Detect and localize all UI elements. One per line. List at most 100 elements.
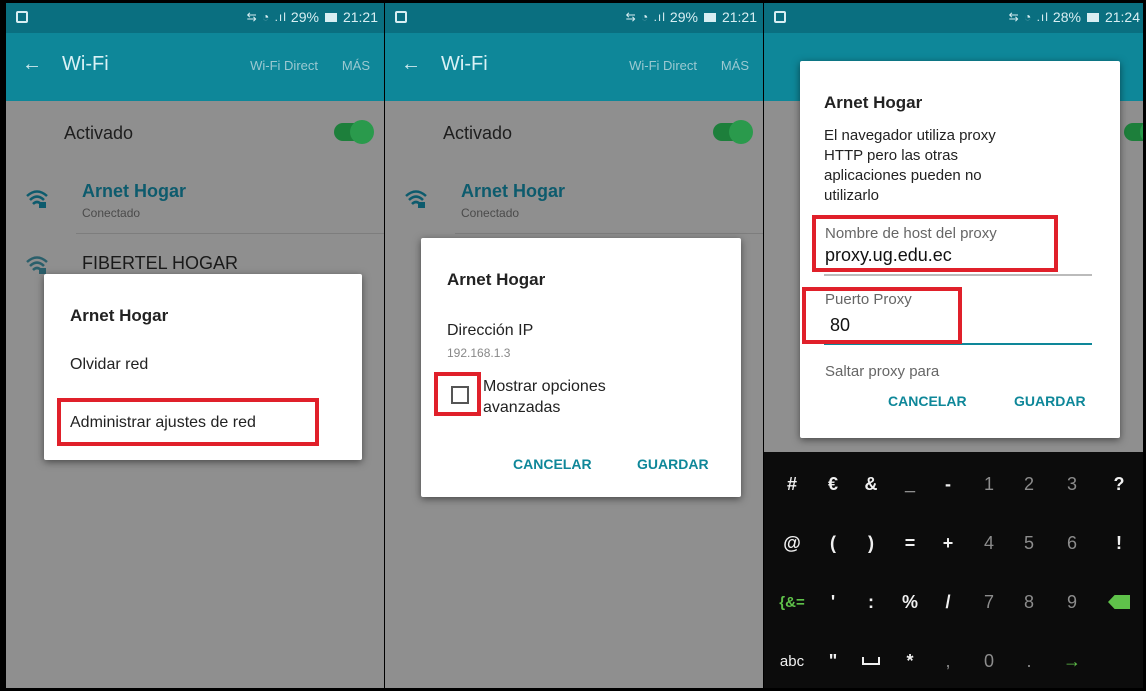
wifi-lock-icon [405,190,427,208]
clock: 21:21 [721,9,757,25]
proxy-info-line: HTTP pero las otras [824,147,958,164]
more-button[interactable]: MÁS [342,58,370,73]
keyboard-key[interactable] [1099,641,1139,681]
more-button[interactable]: MÁS [721,58,749,73]
dialog-title: Arnet Hogar [70,306,169,325]
advanced-options-label-line1: Mostrar opciones [483,378,606,395]
keyboard-key[interactable]: 3 [1052,464,1092,504]
keyboard-key[interactable]: ) [851,523,891,563]
keyboard-key[interactable]: & [851,464,891,504]
backspace-icon[interactable] [1099,582,1139,622]
keyboard-key[interactable]: 5 [1009,523,1049,563]
wifi-direct-button[interactable]: Wi-Fi Direct [629,58,697,73]
notification-icon [774,11,786,23]
proxy-info-line: utilizarlo [824,187,880,204]
symbols-toggle-key[interactable]: {&= [772,582,812,622]
highlight-box [802,287,962,344]
keyboard-key[interactable]: # [772,464,812,504]
screen-1: ⇆ ◔ .ıl 29% 21:21 ← Wi-Fi Wi-Fi Direct M… [6,3,384,688]
proxy-host-underline [824,274,1092,276]
status-bar: ⇆ ◔ .ıl 28% 21:24 [764,3,1143,33]
divider [76,233,384,234]
proxy-info-line: El navegador utiliza proxy [824,127,996,144]
network-item[interactable]: Arnet Hogar Conectado [6,171,384,233]
keyboard-key[interactable]: ! [1099,523,1139,563]
screenshot-frame: ⇆ ◔ .ıl 29% 21:21 ← Wi-Fi Wi-Fi Direct M… [0,0,1146,691]
wifi-toggle [1124,120,1143,144]
screen-3: ⇆ ◔ .ıl 28% 21:24 Arnet Hogar El navegad… [764,3,1143,688]
save-button[interactable]: GUARDAR [637,456,709,472]
wifi-toggle-label: Activado [64,123,134,143]
battery-percent: 28% [1052,9,1081,25]
wifi-toggle-row[interactable]: Activado [385,101,763,167]
cancel-button[interactable]: CANCELAR [513,456,592,472]
signal-icon: ⇆ ◔ .ıl [246,10,287,24]
dialog-title: Arnet Hogar [824,93,923,112]
highlight-box [57,398,319,446]
save-button[interactable]: GUARDAR [1014,393,1086,409]
status-bar: ⇆ ◔ .ıl 29% 21:21 [6,3,384,33]
battery-icon [324,12,337,22]
app-bar: ← Wi-Fi Wi-Fi Direct MÁS [385,33,763,101]
keyboard-key[interactable]: = [890,523,930,563]
keyboard-key[interactable]: , [928,641,968,681]
app-bar: ← Wi-Fi Wi-Fi Direct MÁS [6,33,384,101]
keyboard-key[interactable]: € [813,464,853,504]
keyboard-key[interactable]: 4 [969,523,1009,563]
keyboard-key[interactable]: 2 [1009,464,1049,504]
wifi-toggle-row[interactable]: Activado [6,101,384,167]
wifi-toggle[interactable] [713,120,753,144]
screen-2: ⇆ ◔ .ıl 29% 21:21 ← Wi-Fi Wi-Fi Direct M… [385,3,763,688]
spacebar-icon[interactable] [851,641,891,681]
keyboard-key[interactable]: % [890,582,930,622]
enter-arrow-key[interactable]: → [1052,641,1092,681]
page-title: Wi-Fi [62,53,109,75]
keyboard-key[interactable]: 6 [1052,523,1092,563]
keyboard-key[interactable]: ( [813,523,853,563]
network-status: Conectado [82,206,141,220]
abc-key[interactable]: abc [772,641,812,681]
wifi-lock-icon [26,256,48,274]
keyboard-key[interactable]: " [813,641,853,681]
keyboard-key[interactable]: - [928,464,968,504]
back-arrow-icon[interactable]: ← [22,53,42,76]
keyboard-key[interactable]: 9 [1052,582,1092,622]
keyboard-key[interactable]: 0 [969,641,1009,681]
forget-network-option[interactable]: Olvidar red [70,356,148,374]
proxy-info-line: aplicaciones pueden no [824,167,982,184]
battery-icon [1086,12,1099,22]
keyboard-key[interactable]: . [1009,641,1049,681]
network-details-dialog: Arnet Hogar Dirección IP 192.168.1.3 Mos… [421,238,741,497]
back-arrow-icon[interactable]: ← [401,53,421,76]
keyboard-key[interactable]: * [890,641,930,681]
signal-icon: ⇆ ◔ .ıl [625,10,666,24]
keyboard-key[interactable]: 7 [969,582,1009,622]
wifi-toggle[interactable] [334,120,374,144]
ip-address-value: 192.168.1.3 [447,346,511,360]
keyboard-key[interactable]: ? [1099,464,1139,504]
keyboard-key[interactable]: + [928,523,968,563]
wifi-lock-icon [26,190,48,208]
divider [455,233,763,234]
wifi-toggle-label: Activado [443,123,513,143]
keyboard-key[interactable]: 1 [969,464,1009,504]
network-name: Arnet Hogar [461,181,566,201]
keyboard-key[interactable]: _ [890,464,930,504]
clock: 21:24 [1104,9,1140,25]
keyboard-key[interactable]: ' [813,582,853,622]
keyboard-key[interactable]: : [851,582,891,622]
wifi-direct-button[interactable]: Wi-Fi Direct [250,58,318,73]
symbol-keyboard: # € & _ -1 2 3? @() = +4 5 6! {&= ':%/7 8 9 abc " *, 0. → [764,452,1143,688]
highlight-box [812,215,1058,272]
keyboard-key[interactable]: @ [772,523,812,563]
keyboard-key[interactable]: 8 [1009,582,1049,622]
bypass-proxy-label: Saltar proxy para [825,363,940,380]
battery-percent: 29% [669,9,698,25]
keyboard-key[interactable]: / [928,582,968,622]
network-status: Conectado [461,206,520,220]
network-name: FIBERTEL HOGAR [82,253,239,273]
cancel-button[interactable]: CANCELAR [888,393,967,409]
network-item[interactable]: Arnet Hogar Conectado [385,171,763,233]
status-bar: ⇆ ◔ .ıl 29% 21:21 [385,3,763,33]
battery-percent: 29% [290,9,319,25]
